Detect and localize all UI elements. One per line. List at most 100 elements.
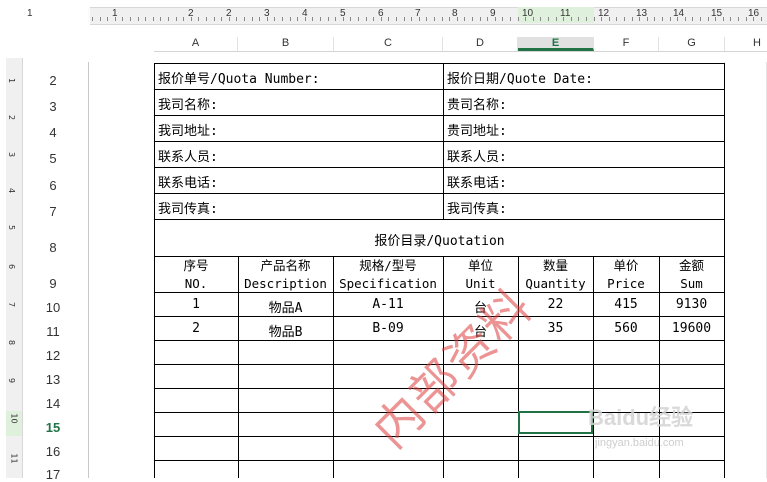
table-header-no[interactable]: 序号 NO. xyxy=(154,257,238,293)
ruler-number: 10 xyxy=(9,413,19,424)
your-address-label[interactable]: 贵司地址: xyxy=(447,120,507,139)
ruler-tick xyxy=(495,17,496,21)
ruler-tick xyxy=(632,17,633,21)
ruler-tick xyxy=(221,17,222,21)
column-header-b[interactable]: B xyxy=(238,37,334,51)
ruler-tick xyxy=(122,17,123,21)
our-name-label[interactable]: 我司名称: xyxy=(158,94,218,113)
row-header-17[interactable]: 17 xyxy=(38,467,68,482)
our-fax-label[interactable]: 我司传真: xyxy=(158,198,218,217)
our-address-label[interactable]: 我司地址: xyxy=(158,120,218,139)
ruler-tick xyxy=(730,17,731,21)
table-cell[interactable]: A-11 xyxy=(333,297,443,312)
ruler-number: 8 xyxy=(7,339,17,346)
ruler-tick xyxy=(320,17,321,21)
table-cell[interactable]: 415 xyxy=(593,297,659,312)
ruler-number: 3 xyxy=(7,151,17,158)
column-header-g[interactable]: G xyxy=(659,37,725,51)
ruler-tick xyxy=(540,17,541,21)
ruler-tick xyxy=(343,17,344,21)
table-cell[interactable]: 物品B xyxy=(238,321,333,340)
row-header-2[interactable]: 2 xyxy=(38,73,68,88)
baidu-logo: Baidu经验 xyxy=(588,405,694,430)
ruler-tick xyxy=(594,17,595,21)
row-header-14[interactable]: 14 xyxy=(38,396,68,411)
ruler-tick xyxy=(472,17,473,21)
table-cell[interactable]: 物品A xyxy=(238,297,333,316)
table-cell[interactable]: 19600 xyxy=(659,321,724,336)
ruler-tick xyxy=(449,17,450,21)
ruler-tick xyxy=(761,17,762,21)
selected-cell-e15[interactable] xyxy=(518,411,593,434)
row-header-12[interactable]: 12 xyxy=(38,348,68,363)
table-header-description[interactable]: 产品名称 Description xyxy=(238,257,333,293)
row-header-15[interactable]: 15 xyxy=(38,420,68,435)
ruler-tick xyxy=(670,17,671,21)
ruler-tick xyxy=(160,17,161,21)
ruler-tick xyxy=(624,17,625,21)
column-header-e[interactable]: E xyxy=(518,37,594,51)
table-border xyxy=(154,167,725,168)
your-fax-label[interactable]: 我司传真: xyxy=(447,198,507,217)
ruler-number: 15 xyxy=(711,8,723,19)
ruler-tick xyxy=(350,17,351,21)
row-header-3[interactable]: 3 xyxy=(38,99,68,114)
table-header-price[interactable]: 单价 Price xyxy=(593,257,659,293)
your-name-label[interactable]: 贵司名称: xyxy=(447,94,507,113)
row-header-7[interactable]: 7 xyxy=(38,204,68,219)
ruler-tick xyxy=(259,17,260,21)
ruler-tick xyxy=(381,17,382,21)
column-header-d[interactable]: D xyxy=(443,37,518,51)
column-header-a[interactable]: A xyxy=(154,37,238,51)
table-header-quantity[interactable]: 数量 Quantity xyxy=(518,257,593,293)
column-header-h[interactable]: H xyxy=(725,37,767,51)
table-cell[interactable]: 560 xyxy=(593,321,659,336)
row-header-8[interactable]: 8 xyxy=(38,240,68,255)
quota-number-label[interactable]: 报价单号/Quota Number: xyxy=(158,68,320,87)
table-header-sum[interactable]: 金额 Sum xyxy=(659,257,724,293)
row-header-5[interactable]: 5 xyxy=(38,151,68,166)
ruler-tick xyxy=(366,17,367,21)
row-header-10[interactable]: 10 xyxy=(38,300,68,315)
row-header-16[interactable]: 16 xyxy=(38,444,68,459)
ruler-tick xyxy=(746,17,747,21)
our-contact-label[interactable]: 联系人员: xyxy=(158,146,218,165)
ruler-tick xyxy=(738,17,739,21)
table-cell[interactable]: 2 xyxy=(154,321,238,336)
row-header-13[interactable]: 13 xyxy=(38,372,68,387)
table-cell[interactable]: 1 xyxy=(154,297,238,312)
our-phone-label[interactable]: 联系电话: xyxy=(158,172,218,191)
quotation-title[interactable]: 报价目录/Quotation xyxy=(154,230,725,249)
table-cell[interactable]: 9130 xyxy=(659,297,724,312)
header-cn: 规格/型号 xyxy=(359,258,417,273)
row-header-9[interactable]: 9 xyxy=(38,276,68,291)
row-header-6[interactable]: 6 xyxy=(38,178,68,193)
table-cell[interactable]: B-09 xyxy=(333,321,443,336)
ruler-number: 14 xyxy=(673,8,685,19)
ruler-tick xyxy=(267,17,268,21)
ruler-tick xyxy=(328,17,329,21)
ruler-tick xyxy=(145,17,146,21)
ruler-tick xyxy=(153,17,154,21)
column-header-c[interactable]: C xyxy=(334,37,443,51)
ruler-tick xyxy=(373,17,374,21)
ruler-number: 2 xyxy=(7,114,17,121)
row-header-4[interactable]: 4 xyxy=(38,125,68,140)
row-header-11[interactable]: 11 xyxy=(38,324,68,339)
your-phone-label[interactable]: 联系电话: xyxy=(447,172,507,191)
ruler-tick xyxy=(92,17,93,21)
ruler-tick xyxy=(107,17,108,21)
ruler-tick xyxy=(700,17,701,21)
quote-date-label[interactable]: 报价日期/Quote Date: xyxy=(447,68,593,87)
ruler-number: 13 xyxy=(636,8,648,19)
table-header-specification[interactable]: 规格/型号 Specification xyxy=(333,257,443,293)
column-header-f[interactable]: F xyxy=(594,37,659,51)
ruler-tick xyxy=(616,17,617,21)
ruler-tick xyxy=(404,17,405,21)
header-cn: 单位 xyxy=(467,258,493,273)
ruler-number: 11 xyxy=(9,453,19,464)
ruler-tick xyxy=(510,17,511,21)
your-contact-label[interactable]: 联系人员: xyxy=(447,146,507,165)
ruler-number: 1 xyxy=(7,77,17,84)
ruler-tick xyxy=(502,17,503,21)
